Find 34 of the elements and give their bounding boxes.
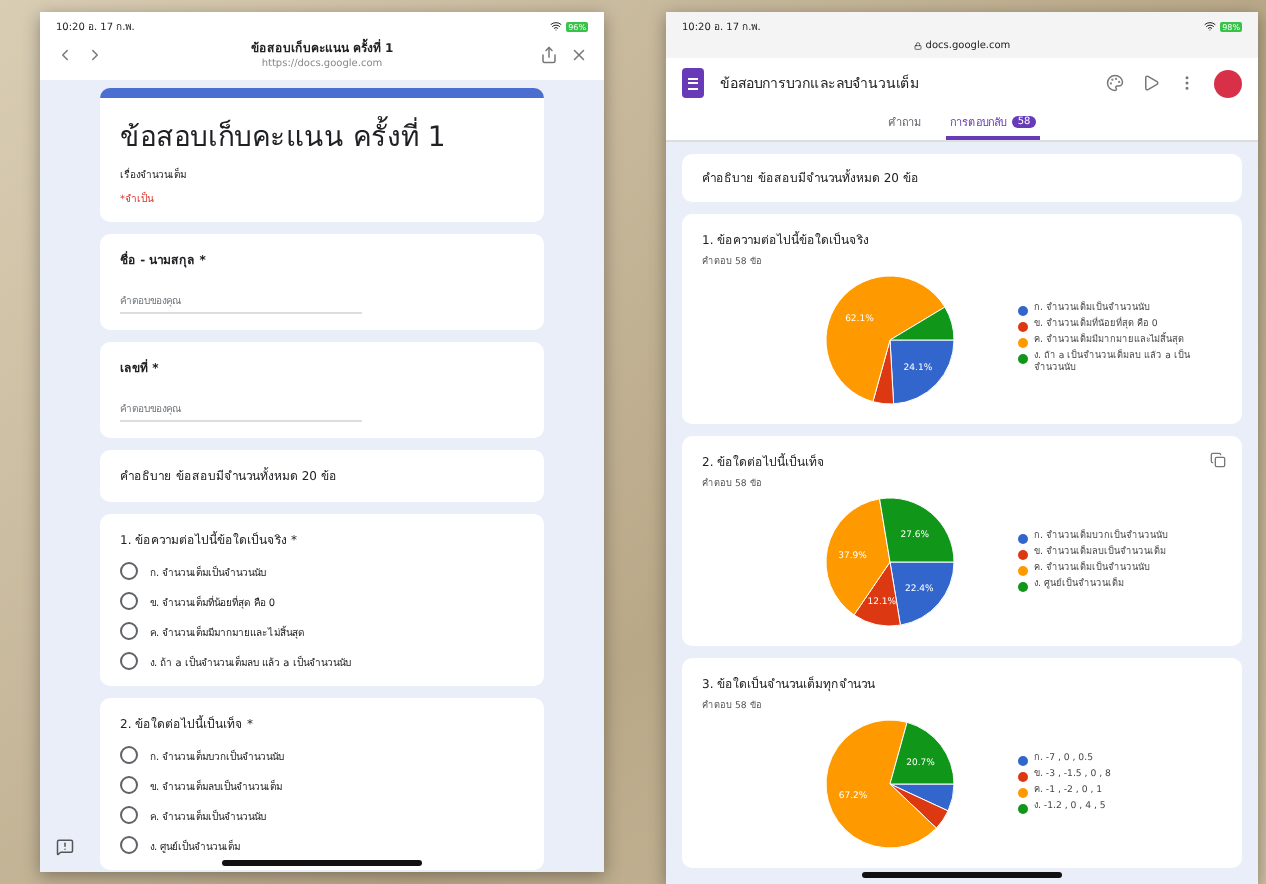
forward-icon[interactable] [86,45,104,63]
legend-dot [1018,534,1028,544]
send-icon[interactable] [1142,74,1160,92]
radio-button[interactable] [120,746,138,764]
legend-dot [1018,354,1028,365]
wifi-icon [1204,20,1217,32]
radio-button[interactable] [120,652,138,670]
radio-button[interactable] [120,806,138,824]
radio-button[interactable] [120,562,138,580]
forms-logo-icon [682,68,704,98]
palette-icon[interactable] [1106,74,1124,92]
back-icon[interactable] [56,45,74,63]
legend-dot [1018,338,1028,349]
legend-dot [1018,772,1028,782]
radio-button[interactable] [120,622,138,640]
legend-dot [1018,804,1028,814]
radio-button[interactable] [120,592,138,610]
legend-dot [1018,322,1028,333]
lock-icon [913,42,922,50]
legend-dot [1018,566,1028,576]
copy-icon[interactable] [1210,452,1226,468]
wifi-icon [550,20,563,32]
close-icon[interactable] [569,45,588,63]
legend-dot [1018,582,1028,592]
radio-button[interactable] [120,836,138,854]
legend-dot [1018,550,1028,560]
legend-dot [1018,756,1028,766]
feedback-icon[interactable] [56,838,74,856]
legend-dot [1018,788,1028,798]
share-icon[interactable] [539,45,558,63]
legend-dot [1018,306,1028,317]
radio-button[interactable] [120,776,138,794]
form-title: ข้อสอบเก็บคะแนน ครั้งที่ 1 [120,114,446,158]
avatar[interactable] [1214,69,1242,97]
